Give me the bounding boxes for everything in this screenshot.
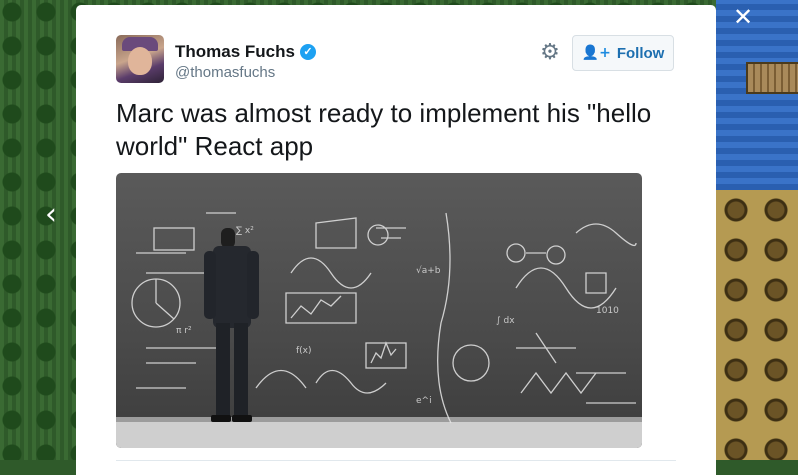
verified-badge-icon: ✓ — [299, 44, 316, 60]
svg-text:∫ dx: ∫ dx — [496, 316, 515, 326]
chalkboard-illustration: ∑ x² √a+b f(x) ∫ dx π r² 1010 e^i — [116, 212, 642, 448]
tweet-card: Thomas Fuchs ✓ @thomasfuchs ⚙ 👤+ Follow … — [76, 5, 716, 475]
follow-label: Follow — [616, 44, 665, 62]
close-button[interactable]: ✕ — [728, 2, 758, 32]
author-handle[interactable]: @thomasfuchs — [175, 64, 275, 81]
settings-button[interactable]: ⚙ — [538, 41, 562, 65]
field-tiles — [716, 190, 798, 460]
author-name[interactable]: Thomas Fuchs — [175, 42, 295, 62]
close-icon: ✕ — [732, 3, 754, 31]
svg-text:1010: 1010 — [596, 306, 619, 316]
svg-text:e^i: e^i — [416, 396, 432, 406]
avatar-face — [128, 47, 152, 75]
svg-text:π r²: π r² — [176, 326, 192, 336]
svg-text:f(x): f(x) — [296, 346, 312, 356]
tweet-media-image[interactable]: ∑ x² √a+b f(x) ∫ dx π r² 1010 e^i — [116, 173, 642, 448]
divider — [116, 460, 676, 461]
tweet-text: Marc was almost ready to implement his "… — [116, 98, 652, 161]
gear-icon: ⚙ — [540, 40, 560, 65]
bridge — [746, 62, 798, 94]
chevron-left-icon: ‹ — [45, 197, 57, 232]
svg-text:√a+b: √a+b — [416, 265, 441, 276]
follow-button[interactable]: 👤+ Follow — [572, 35, 674, 71]
author-row: Thomas Fuchs ✓ — [175, 42, 316, 62]
previous-button[interactable]: ‹ — [36, 200, 66, 230]
avatar[interactable] — [116, 35, 164, 83]
svg-text:∑ x²: ∑ x² — [236, 226, 254, 236]
game-background-right — [716, 0, 798, 460]
add-user-icon: 👤+ — [581, 45, 611, 61]
